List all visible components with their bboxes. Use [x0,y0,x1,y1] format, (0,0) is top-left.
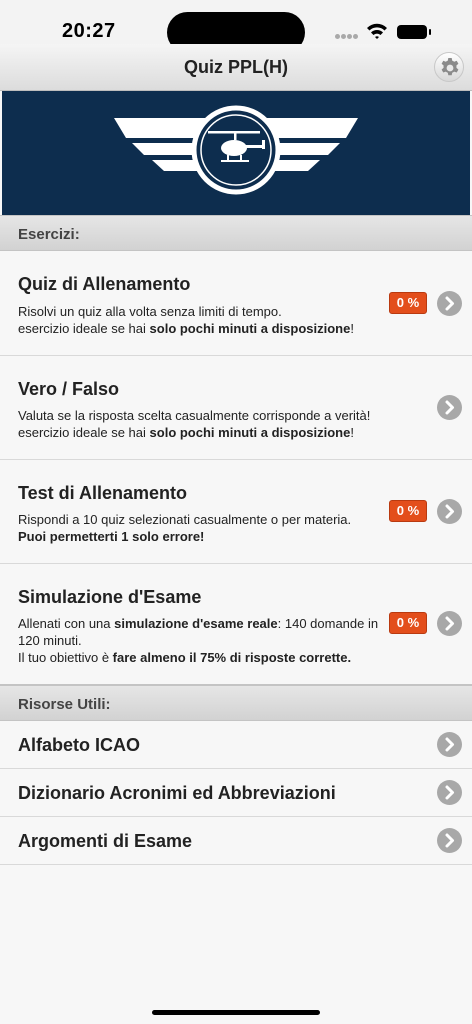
progress-badge: 0 % [389,500,427,522]
battery-icon [397,25,431,39]
chevron-right-icon [437,732,462,757]
cellular-signal-icon [335,34,359,40]
page-title: Quiz PPL(H) [184,57,288,77]
chevron-right-icon [437,611,462,636]
list-item-test-allenamento[interactable]: Test di Allenamento Rispondi a 10 quiz s… [0,460,472,564]
wifi-icon [366,22,388,40]
progress-badge: 0 % [389,612,427,634]
home-indicator[interactable] [152,1010,320,1015]
navigation-bar: Quiz PPL(H) [0,44,472,91]
list-item-dizionario-acronimi[interactable]: Dizionario Acronimi ed Abbreviazioni [0,769,472,817]
section-title: Risorse Utili: [18,696,111,713]
chevron-right-icon [437,291,462,316]
item-title: Quiz di Allenamento [18,274,191,294]
item-description: Risolvi un quiz alla volta senza limiti … [18,304,354,336]
gear-icon [441,58,459,76]
status-time: 20:27 [62,20,116,42]
item-description: Valuta se la risposta scelta casualmente… [18,408,371,440]
item-title: Simulazione d'Esame [18,587,202,607]
item-title: Test di Allenamento [18,483,188,503]
list-item-simulazione-esame[interactable]: Simulazione d'Esame Allenati con una sim… [0,564,472,685]
section-header-resources: Risorse Utili: [0,685,472,721]
section-title: Esercizi: [18,226,80,243]
item-title: Alfabeto ICAO [18,735,141,755]
status-bar: 20:27 [0,0,472,53]
helicopter-logo-icon [114,105,358,195]
progress-badge: 0 % [389,292,427,314]
list-item-vero-falso[interactable]: Vero / Falso Valuta se la risposta scelt… [0,356,472,460]
settings-button[interactable] [434,52,464,82]
section-header-exercises: Esercizi: [0,215,472,251]
item-title: Vero / Falso [18,379,120,399]
list-item-alfabeto-icao[interactable]: Alfabeto ICAO [0,721,472,769]
chevron-right-icon [437,395,462,420]
item-title: Dizionario Acronimi ed Abbreviazioni [18,783,336,803]
item-description: Allenati con una simulazione d'esame rea… [18,616,379,665]
list-item-quiz-allenamento[interactable]: Quiz di Allenamento Risolvi un quiz alla… [0,251,472,356]
chevron-right-icon [437,828,462,853]
banner [2,91,470,215]
item-title: Argomenti di Esame [18,831,193,851]
item-description: Rispondi a 10 quiz selezionati casualmen… [18,512,352,544]
chevron-right-icon [437,499,462,524]
chevron-right-icon [437,780,462,805]
list-item-argomenti-esame[interactable]: Argomenti di Esame [0,817,472,865]
